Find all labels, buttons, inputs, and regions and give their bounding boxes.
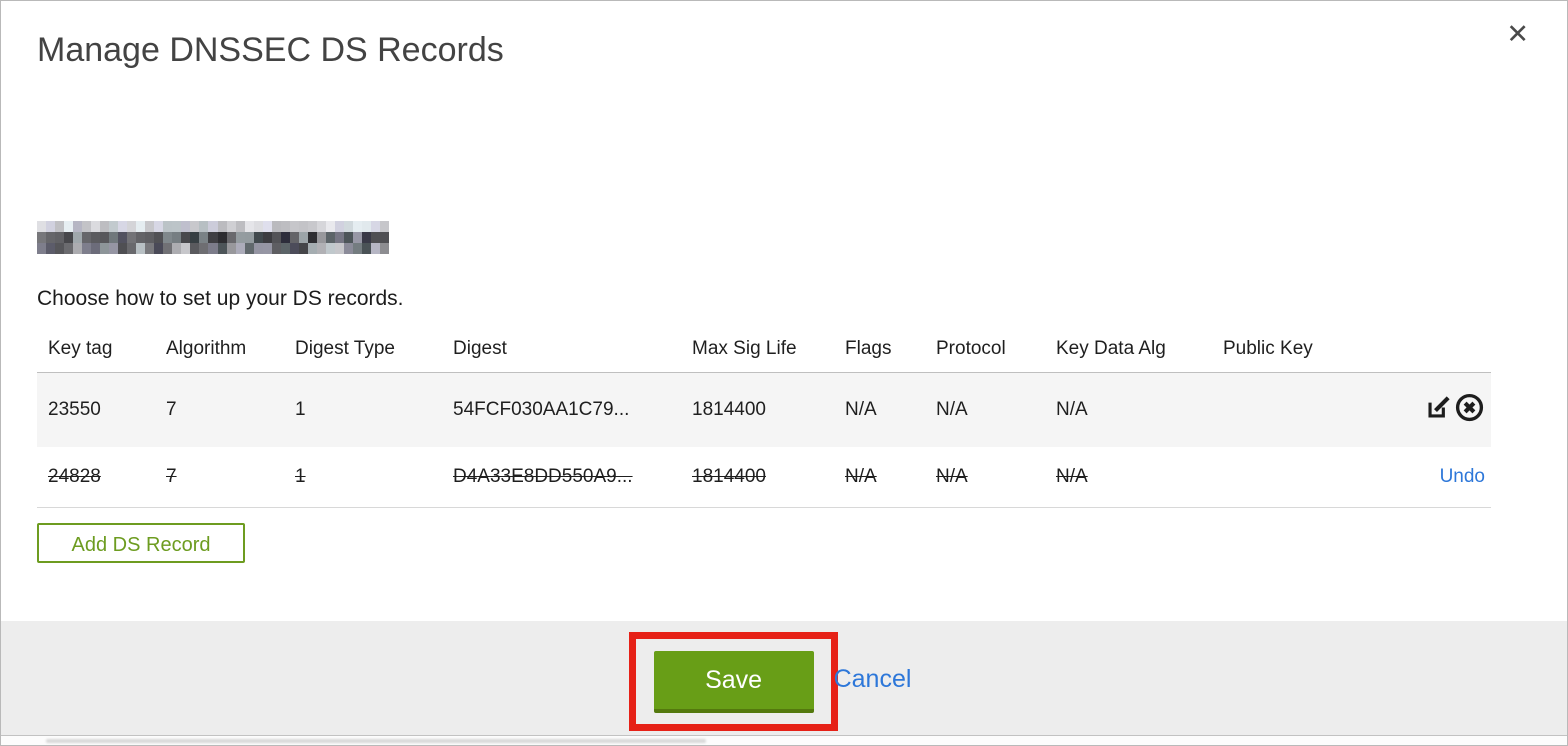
cell-digest-type: 1 [284,372,442,447]
cell-flags: N/A [834,372,925,447]
row-actions [1396,372,1491,447]
cell-key-data-alg: N/A [1045,447,1212,508]
cell-max-sig-life: 1814400 [681,447,834,508]
cell-key-tag: 23550 [37,372,155,447]
col-header-digest-type: Digest Type [284,328,442,373]
modal-footer: Save Cancel [1,621,1567,736]
cell-algorithm: 7 [155,447,284,508]
delete-record-icon[interactable] [1454,392,1485,423]
cell-public-key [1212,447,1396,508]
cell-max-sig-life: 1814400 [681,372,834,447]
col-header-key-data-alg: Key Data Alg [1045,328,1212,373]
page-title: Manage DNSSEC DS Records [37,31,504,69]
table-row-deleted: 24828 7 1 D4A33E8DD550A9... 1814400 N/A … [37,447,1491,508]
close-icon[interactable]: ✕ [1506,21,1529,48]
col-header-algorithm: Algorithm [155,328,284,373]
dnssec-modal: Manage DNSSEC DS Records ✕ Choose how to… [0,0,1568,746]
cell-flags: N/A [834,447,925,508]
add-ds-record-button[interactable]: Add DS Record [37,523,245,563]
cell-key-tag: 24828 [37,447,155,508]
col-header-public-key: Public Key [1212,328,1396,373]
cell-protocol: N/A [925,372,1045,447]
col-header-protocol: Protocol [925,328,1045,373]
col-header-max-sig-life: Max Sig Life [681,328,834,373]
cell-digest: 54FCF030AA1C79... [442,372,681,447]
background-content-smudge [46,739,706,743]
cell-protocol: N/A [925,447,1045,508]
row-actions: Undo [1396,447,1491,508]
cell-digest: D4A33E8DD550A9... [442,447,681,508]
subtitle-text: Choose how to set up your DS records. [37,287,404,310]
table-header-row: Key tag Algorithm Digest Type Digest Max… [37,328,1491,373]
col-header-digest: Digest [442,328,681,373]
col-header-flags: Flags [834,328,925,373]
ds-records-table: Key tag Algorithm Digest Type Digest Max… [37,328,1491,508]
cell-key-data-alg: N/A [1045,372,1212,447]
undo-link[interactable]: Undo [1440,466,1485,487]
red-annotation-box: Save [628,632,838,731]
cancel-link[interactable]: Cancel [834,665,912,694]
cell-digest-type: 1 [284,447,442,508]
underlying-page-strip [1,735,1567,745]
redacted-domain-name [37,221,389,254]
cell-algorithm: 7 [155,372,284,447]
col-header-key-tag: Key tag [37,328,155,373]
cell-public-key [1212,372,1396,447]
col-header-actions [1396,328,1491,373]
table-row: 23550 7 1 54FCF030AA1C79... 1814400 N/A … [37,372,1491,447]
edit-record-icon[interactable] [1424,393,1453,422]
save-button[interactable]: Save [653,651,814,713]
